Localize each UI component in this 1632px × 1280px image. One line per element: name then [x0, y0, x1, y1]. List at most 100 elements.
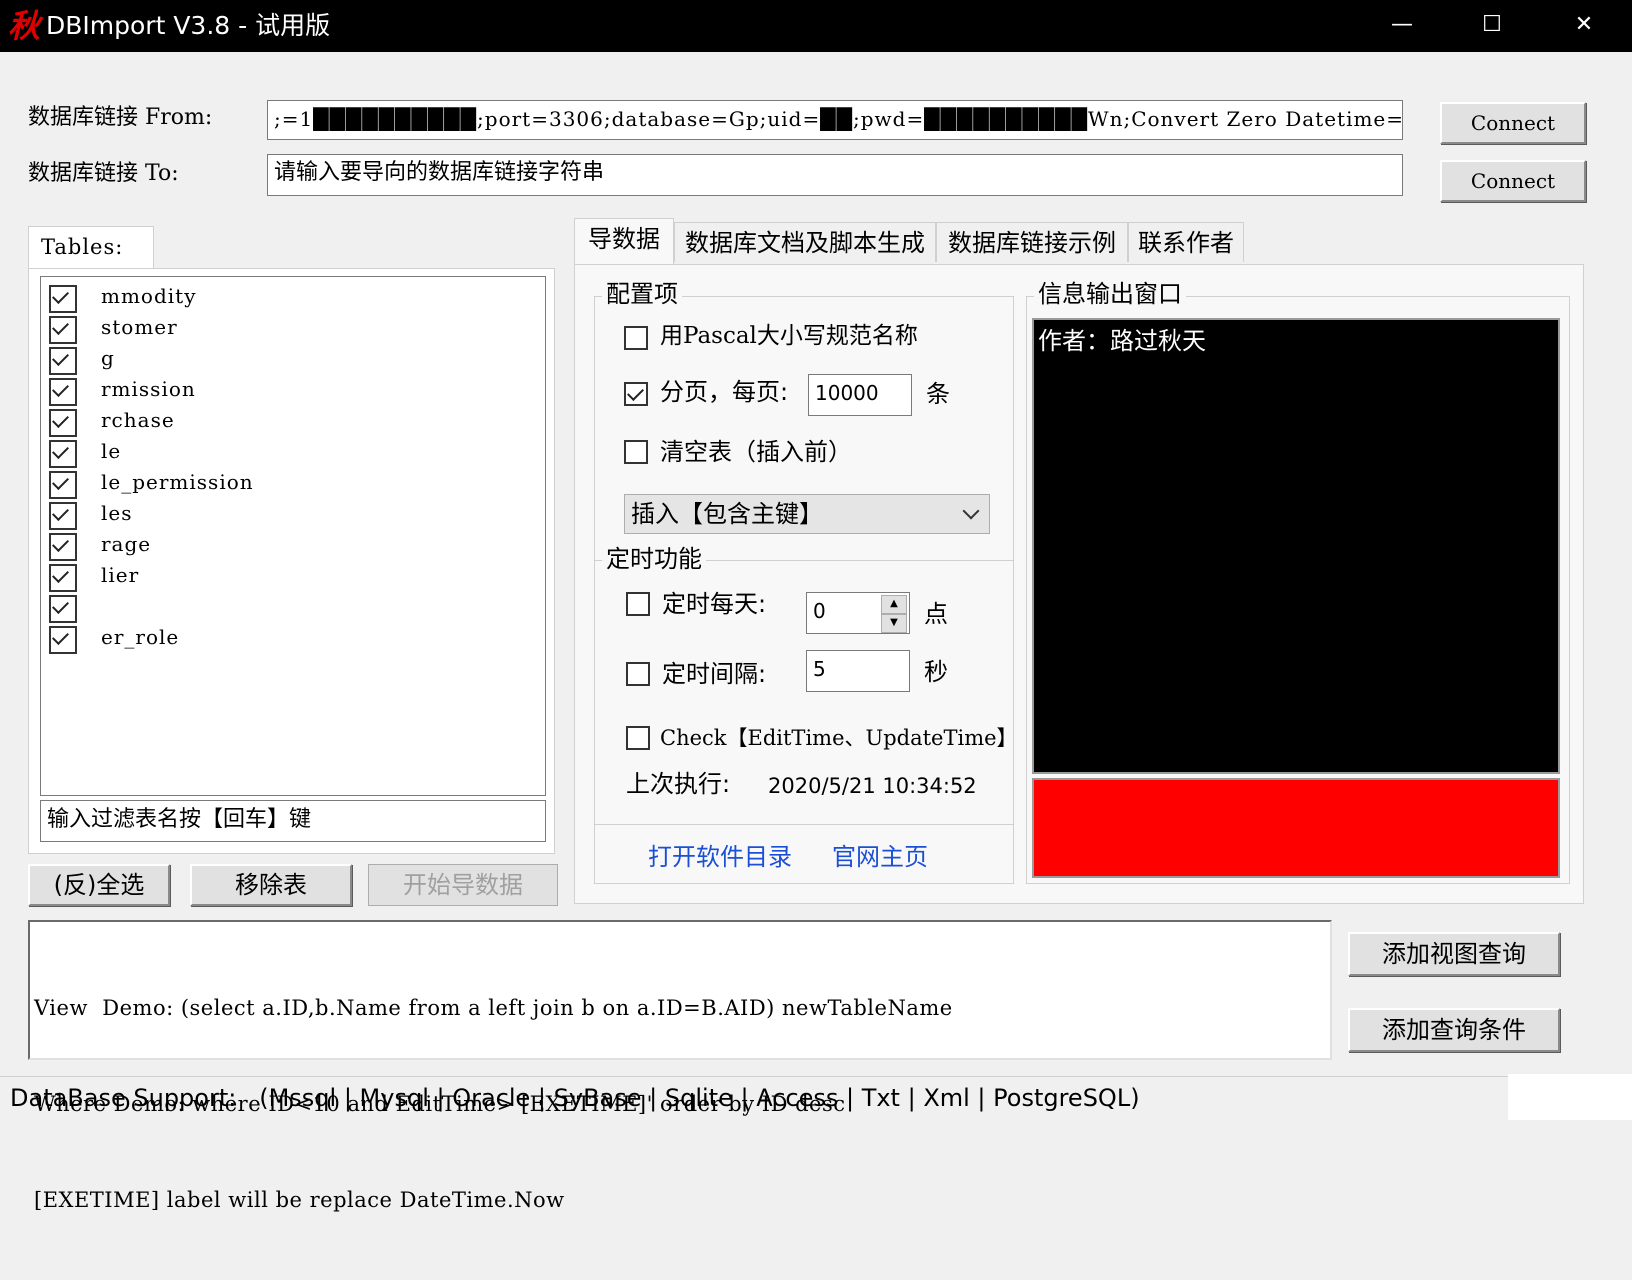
open-dir-link[interactable]: 打开软件目录 [648, 842, 792, 872]
table-row-name: rchase [101, 408, 175, 432]
tab-docs-scripts[interactable]: 数据库文档及脚本生成 [674, 222, 936, 262]
remove-table-button[interactable]: 移除表 [190, 864, 352, 906]
tab-connection-examples[interactable]: 数据库链接示例 [936, 222, 1128, 262]
table-row[interactable]: le_permission [41, 467, 545, 499]
maximize-button[interactable]: ☐ [1446, 0, 1538, 52]
table-row-name: rage [101, 532, 152, 556]
interval-timer-label: 定时间隔: [662, 660, 767, 688]
from-connection-value: ;=1██████████;port=3306;database=Gp;uid=… [274, 107, 1402, 131]
table-row[interactable]: rchase [41, 405, 545, 437]
table-row[interactable]: les [41, 498, 545, 530]
minimize-button[interactable]: — [1356, 0, 1448, 52]
output-console: 作者：路过秋天 [1032, 318, 1560, 774]
table-row-name: lier [101, 563, 140, 587]
pascal-checkbox[interactable] [624, 326, 648, 350]
check-edittime-label: Check【EditTime、UpdateTime】 [660, 726, 1018, 750]
table-row-name: er_role [101, 625, 180, 649]
table-row[interactable]: rage [41, 529, 545, 561]
page-size-value: 10000 [815, 381, 879, 405]
interval-input[interactable]: 5 [806, 650, 910, 692]
table-row[interactable]: stomer [41, 312, 545, 344]
tab-contact-author[interactable]: 联系作者 [1128, 222, 1244, 262]
add-query-condition-button[interactable]: 添加查询条件 [1348, 1008, 1560, 1052]
interval-value: 5 [813, 657, 826, 681]
daily-timer-checkbox[interactable] [626, 592, 650, 616]
paging-label: 分页，每页: [660, 378, 789, 406]
to-connection-placeholder: 请输入要导向的数据库链接字符串 [274, 160, 605, 185]
table-row[interactable]: er_role [41, 622, 545, 654]
daily-hour-unit: 点 [924, 600, 948, 628]
table-row-name: stomer [101, 315, 178, 339]
pascal-label: 用Pascal大小写规范名称 [660, 323, 918, 349]
table-row-checkbox[interactable] [49, 502, 77, 530]
paging-checkbox[interactable] [624, 382, 648, 406]
chevron-down-icon [962, 502, 980, 520]
to-connection-input[interactable]: 请输入要导向的数据库链接字符串 [267, 154, 1403, 196]
tables-tab-label: Tables: [41, 235, 124, 259]
page-size-input[interactable]: 10000 [808, 374, 912, 416]
table-row[interactable] [41, 591, 545, 623]
from-label: 数据库链接 From: [28, 105, 213, 130]
table-row-checkbox[interactable] [49, 285, 77, 313]
table-row-checkbox[interactable] [49, 378, 77, 406]
daily-timer-label: 定时每天: [662, 590, 767, 618]
check-edittime-checkbox[interactable] [626, 726, 650, 750]
query-line: View Demo: (select a.ID,b.Name from a le… [34, 996, 953, 1020]
table-row[interactable]: rmission [41, 374, 545, 406]
database-support-text: DataBase Support: (Mssql | Mysql | Oracl… [10, 1084, 1140, 1112]
homepage-link[interactable]: 官网主页 [832, 842, 928, 872]
tables-tab[interactable]: Tables: [28, 226, 154, 270]
config-group-title: 配置项 [602, 279, 682, 309]
table-row-checkbox[interactable] [49, 626, 77, 654]
query-line: [EXETIME] label will be replace DateTime… [34, 1188, 565, 1212]
daily-hour-stepper[interactable]: 0 ▲ ▼ [806, 592, 910, 634]
table-row[interactable]: le [41, 436, 545, 468]
tab-import[interactable]: 导数据 [574, 218, 674, 264]
connect-from-button[interactable]: Connect [1440, 102, 1586, 144]
query-textarea[interactable]: View Demo: (select a.ID,b.Name from a le… [28, 920, 1332, 1212]
to-label: 数据库链接 To: [28, 161, 179, 186]
from-connection-input[interactable]: ;=1██████████;port=3306;database=Gp;uid=… [267, 100, 1403, 140]
table-row-name: mmodity [101, 284, 197, 308]
truncate-label: 清空表（插入前） [660, 438, 852, 466]
table-row[interactable]: g [41, 343, 545, 375]
connect-to-button[interactable]: Connect [1440, 160, 1586, 202]
table-row-checkbox[interactable] [49, 316, 77, 344]
tables-list[interactable]: mmodity stomer g rmission rchase le le_permiss… [40, 276, 546, 796]
stepper-up-icon[interactable]: ▲ [881, 595, 907, 614]
table-row-checkbox[interactable] [49, 440, 77, 468]
interval-timer-checkbox[interactable] [626, 662, 650, 686]
stepper-down-icon[interactable]: ▼ [881, 614, 907, 633]
status-indicator [1032, 778, 1560, 878]
insert-mode-select[interactable]: 插入【包含主键】 [624, 494, 990, 534]
interval-unit: 秒 [924, 658, 948, 686]
close-button[interactable]: ✕ [1538, 0, 1630, 52]
table-row-checkbox[interactable] [49, 471, 77, 499]
output-group-title: 信息输出窗口 [1034, 279, 1186, 309]
table-row-name: les [101, 501, 133, 525]
table-row-name: le [101, 439, 122, 463]
table-row-checkbox[interactable] [49, 409, 77, 437]
table-row-name: g [101, 346, 115, 370]
table-row-checkbox[interactable] [49, 347, 77, 375]
table-row-name: rmission [101, 377, 196, 401]
table-row[interactable]: lier [41, 560, 545, 592]
last-run-label: 上次执行: [626, 770, 731, 798]
output-text: 作者：路过秋天 [1038, 327, 1206, 355]
window-title: DBImport V3.8 - 试用版 [46, 11, 331, 40]
truncate-checkbox[interactable] [624, 440, 648, 464]
last-run-value: 2020/5/21 10:34:52 [768, 774, 977, 798]
table-row-checkbox[interactable] [49, 595, 77, 623]
table-row[interactable]: mmodity [41, 281, 545, 313]
start-import-button[interactable]: 开始导数据 [368, 864, 558, 906]
table-filter-placeholder: 输入过滤表名按【回车】键 [47, 807, 312, 832]
select-all-button[interactable]: (反)全选 [28, 864, 170, 906]
table-filter-input[interactable]: 输入过滤表名按【回车】键 [40, 800, 546, 842]
add-view-query-button[interactable]: 添加视图查询 [1348, 932, 1560, 976]
insert-mode-value: 插入【包含主键】 [631, 500, 823, 528]
app-icon: 秋 [8, 7, 41, 45]
table-row-checkbox[interactable] [49, 564, 77, 592]
table-row-checkbox[interactable] [49, 533, 77, 561]
page-unit: 条 [926, 380, 950, 408]
table-row-name: le_permission [101, 470, 254, 494]
